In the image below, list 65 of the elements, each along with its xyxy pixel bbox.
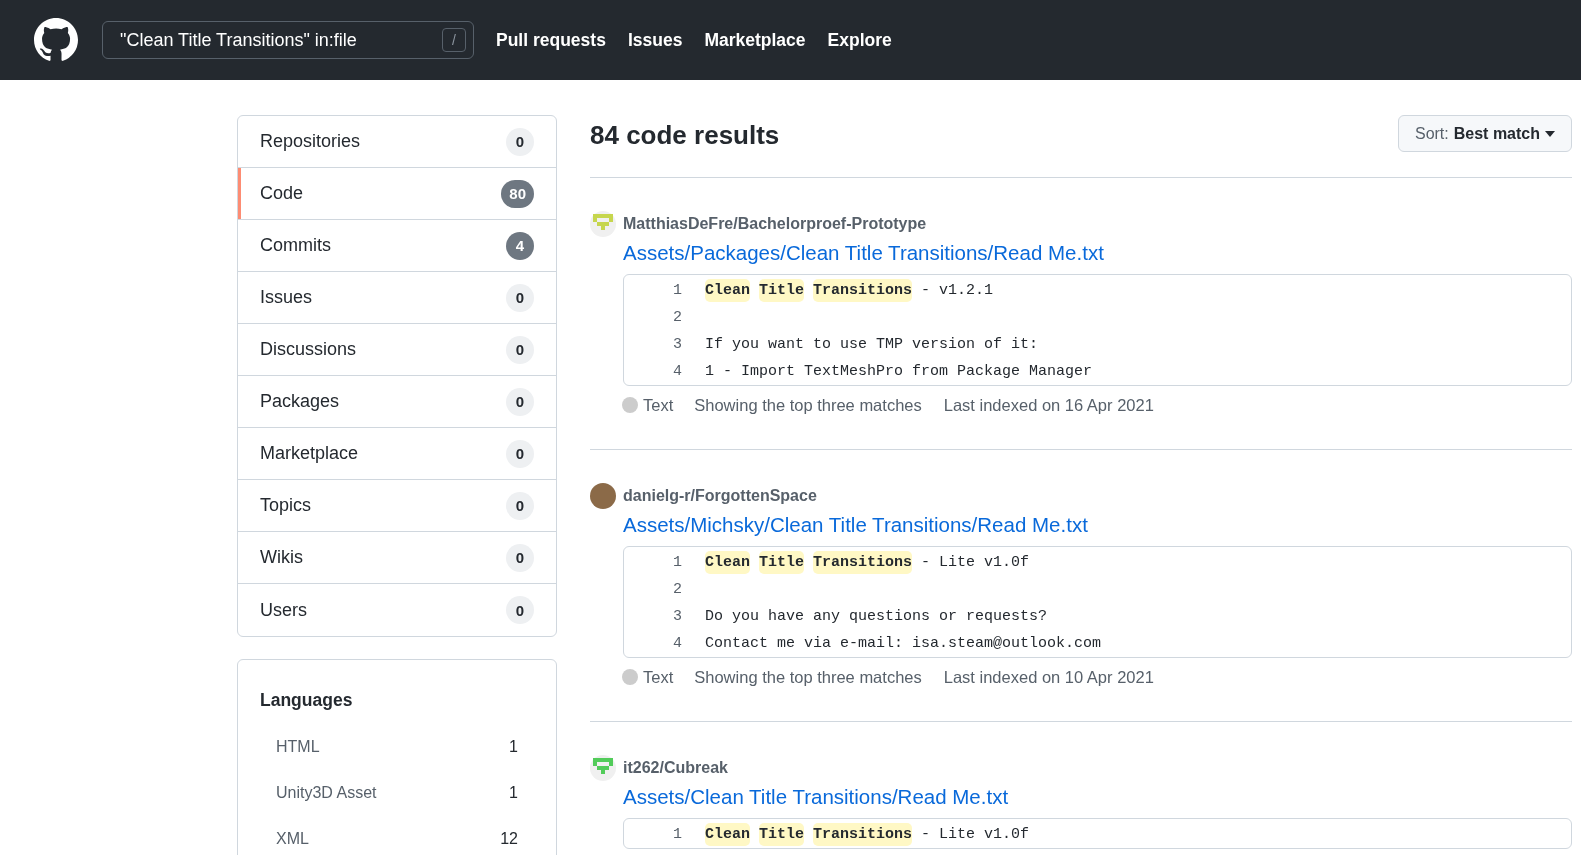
item-count: 0 bbox=[506, 439, 534, 468]
filter-item[interactable]: Code 80 bbox=[238, 168, 556, 220]
logo-icon[interactable] bbox=[34, 18, 78, 62]
language-count: 1 bbox=[509, 738, 518, 756]
item-count: 80 bbox=[501, 179, 534, 208]
item-count: 0 bbox=[506, 127, 534, 156]
line-number: 3 bbox=[672, 608, 682, 625]
language-name: Text bbox=[643, 395, 674, 415]
item-count: 0 bbox=[506, 543, 534, 572]
language-count: 1 bbox=[509, 784, 518, 802]
line-number: 1 bbox=[672, 826, 682, 843]
line-number: 4 bbox=[672, 363, 682, 380]
language-name: Text bbox=[643, 667, 674, 687]
line-number: 2 bbox=[672, 309, 682, 326]
caret-icon bbox=[1545, 130, 1555, 137]
language-filter[interactable]: Unity3D Asset 1 bbox=[260, 770, 518, 816]
line-number: 4 bbox=[672, 635, 682, 652]
repo-link[interactable]: it262/Cubreak bbox=[623, 759, 728, 777]
file-path-link[interactable]: Assets/Packages/Clean Title Transitions/Read Me.txt bbox=[623, 237, 1572, 268]
item-count: 0 bbox=[506, 283, 534, 312]
repo-link[interactable]: MatthiasDeFre/Bachelorproef-Prototype bbox=[623, 215, 927, 233]
filter-item[interactable]: Marketplace 0 bbox=[238, 428, 556, 480]
code-line: 1 - Import TextMeshPro from Package Manager bbox=[705, 363, 1093, 380]
shortcut-key: / bbox=[442, 28, 466, 52]
filter-item[interactable]: Repositories 0 bbox=[238, 116, 556, 168]
item-count: 0 bbox=[506, 596, 534, 624]
filter-item[interactable]: Issues 0 bbox=[238, 272, 556, 324]
indexed-date: Last indexed on 16 Apr 2021 bbox=[943, 395, 1154, 415]
filter-item[interactable]: Users 0 bbox=[238, 584, 556, 636]
results-heading: 84 code results bbox=[590, 119, 780, 152]
filter-item[interactable]: Discussions 0 bbox=[238, 324, 556, 376]
filter-item[interactable]: Wikis 0 bbox=[238, 532, 556, 584]
repo-link[interactable]: danielg-r/ForgottenSpace bbox=[623, 487, 817, 505]
file-path-link[interactable]: Assets/Clean Title Transitions/Read Me.txt bbox=[623, 781, 1572, 812]
code-line: Clean Title Transitions - v1.2.1 bbox=[705, 282, 994, 299]
file-path-link[interactable]: Assets/Michsky/Clean Title Transitions/Read Me.txt bbox=[623, 509, 1572, 540]
nav-link[interactable]: Marketplace bbox=[704, 29, 806, 51]
nav-link[interactable]: Issues bbox=[627, 29, 683, 51]
filter-item[interactable]: Commits 4 bbox=[238, 220, 556, 272]
line-number: 1 bbox=[672, 282, 682, 299]
filter-item[interactable]: Packages 0 bbox=[238, 376, 556, 428]
line-number: 2 bbox=[672, 581, 682, 598]
code-line: Do you have any questions or requests? bbox=[705, 608, 1048, 625]
item-count: 4 bbox=[506, 231, 534, 260]
avatar-placeholder bbox=[590, 483, 616, 509]
code-line: Clean Title Transitions - Lite v1.0f bbox=[705, 826, 1030, 843]
filter-item[interactable]: Topics 0 bbox=[238, 480, 556, 532]
nav-link[interactable]: Pull requests bbox=[496, 29, 606, 51]
language-filter[interactable]: XML 12 bbox=[260, 816, 518, 855]
item-count: 0 bbox=[506, 335, 534, 364]
match-note: Showing the top three matches bbox=[694, 667, 922, 687]
item-count: 0 bbox=[506, 387, 534, 416]
code-line: Contact me via e-mail: isa.steam@outlook.com bbox=[705, 635, 1102, 652]
language-filter[interactable]: HTML 1 bbox=[260, 724, 518, 770]
line-number: 1 bbox=[672, 554, 682, 571]
language-count: 12 bbox=[500, 830, 518, 848]
line-number: 3 bbox=[672, 336, 682, 353]
code-line: If you want to use TMP version of it: bbox=[705, 336, 1039, 353]
match-note: Showing the top three matches bbox=[694, 395, 922, 415]
code-line: Clean Title Transitions - Lite v1.0f bbox=[705, 554, 1030, 571]
sort-button[interactable]: Sort: Best match bbox=[1397, 115, 1572, 152]
indexed-date: Last indexed on 10 Apr 2021 bbox=[943, 667, 1154, 687]
nav-link[interactable]: Explore bbox=[827, 29, 892, 51]
item-count: 0 bbox=[506, 491, 534, 520]
languages-heading: Languages bbox=[260, 689, 354, 712]
